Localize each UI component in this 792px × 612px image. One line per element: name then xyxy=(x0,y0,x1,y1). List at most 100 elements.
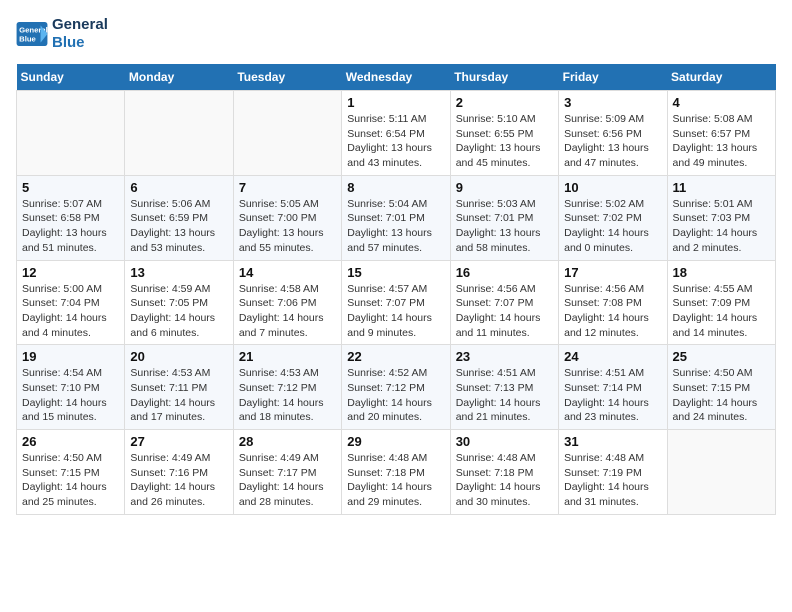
day-number: 22 xyxy=(347,349,444,364)
calendar-cell: 3 Sunrise: 5:09 AMSunset: 6:56 PMDaylight… xyxy=(559,91,667,176)
day-number: 27 xyxy=(130,434,227,449)
calendar-cell: 26Sunrise: 4:50 AMSunset: 7:15 PMDayligh… xyxy=(17,430,125,515)
day-info: Sunrise: 4:49 AMSunset: 7:16 PMDaylight:… xyxy=(130,451,227,510)
day-number: 30 xyxy=(456,434,553,449)
calendar-cell xyxy=(17,91,125,176)
calendar-cell: 15 Sunrise: 4:57 AMSunset: 7:07 PMDayligh… xyxy=(342,260,450,345)
day-number: 24 xyxy=(564,349,661,364)
page-header: General Blue General Blue xyxy=(16,16,776,52)
day-number: 18 xyxy=(673,265,770,280)
day-info: Sunrise: 4:48 AMSunset: 7:19 PMDaylight:… xyxy=(564,451,661,510)
day-info: Sunrise: 5:09 AMSunset: 6:56 PMDaylight:… xyxy=(564,112,661,171)
calendar-week-row: 5Sunrise: 5:07 AMSunset: 6:58 PMDaylight… xyxy=(17,175,776,260)
day-info: Sunrise: 5:03 AMSunset: 7:01 PMDaylight:… xyxy=(456,197,553,256)
calendar-cell: 6 Sunrise: 5:06 AMSunset: 6:59 PMDaylight… xyxy=(125,175,233,260)
day-number: 1 xyxy=(347,95,444,110)
day-number: 14 xyxy=(239,265,336,280)
day-info: Sunrise: 5:02 AMSunset: 7:02 PMDaylight:… xyxy=(564,197,661,256)
day-info: Sunrise: 4:52 AMSunset: 7:12 PMDaylight:… xyxy=(347,366,444,425)
day-number: 6 xyxy=(130,180,227,195)
svg-text:Blue: Blue xyxy=(19,35,36,44)
header-monday: Monday xyxy=(125,64,233,91)
calendar-cell: 4Sunrise: 5:08 AMSunset: 6:57 PMDaylight… xyxy=(667,91,775,176)
day-number: 13 xyxy=(130,265,227,280)
header-wednesday: Wednesday xyxy=(342,64,450,91)
day-info: Sunrise: 4:51 AMSunset: 7:13 PMDaylight:… xyxy=(456,366,553,425)
day-number: 31 xyxy=(564,434,661,449)
day-info: Sunrise: 5:11 AMSunset: 6:54 PMDaylight:… xyxy=(347,112,444,171)
day-number: 20 xyxy=(130,349,227,364)
day-info: Sunrise: 4:53 AMSunset: 7:12 PMDaylight:… xyxy=(239,366,336,425)
calendar-week-row: 19 Sunrise: 4:54 AMSunset: 7:10 PMDayligh… xyxy=(17,345,776,430)
calendar-week-row: 12 Sunrise: 5:00 AMSunset: 7:04 PMDayligh… xyxy=(17,260,776,345)
calendar-week-row: 1 Sunrise: 5:11 AMSunset: 6:54 PMDaylight… xyxy=(17,91,776,176)
calendar-cell: 29Sunrise: 4:48 AMSunset: 7:18 PMDayligh… xyxy=(342,430,450,515)
day-number: 12 xyxy=(22,265,119,280)
day-number: 9 xyxy=(456,180,553,195)
logo-text: General Blue xyxy=(52,16,108,52)
calendar-header-row: SundayMondayTuesdayWednesdayThursdayFrid… xyxy=(17,64,776,91)
calendar-cell: 13 Sunrise: 4:59 AMSunset: 7:05 PMDayligh… xyxy=(125,260,233,345)
calendar-cell: 9 Sunrise: 5:03 AMSunset: 7:01 PMDaylight… xyxy=(450,175,558,260)
day-number: 8 xyxy=(347,180,444,195)
calendar-week-row: 26Sunrise: 4:50 AMSunset: 7:15 PMDayligh… xyxy=(17,430,776,515)
day-info: Sunrise: 4:48 AMSunset: 7:18 PMDaylight:… xyxy=(347,451,444,510)
day-number: 2 xyxy=(456,95,553,110)
calendar-cell: 27 Sunrise: 4:49 AMSunset: 7:16 PMDayligh… xyxy=(125,430,233,515)
day-info: Sunrise: 4:56 AMSunset: 7:07 PMDaylight:… xyxy=(456,282,553,341)
calendar-cell: 16 Sunrise: 4:56 AMSunset: 7:07 PMDayligh… xyxy=(450,260,558,345)
day-info: Sunrise: 4:57 AMSunset: 7:07 PMDaylight:… xyxy=(347,282,444,341)
calendar-cell: 12 Sunrise: 5:00 AMSunset: 7:04 PMDayligh… xyxy=(17,260,125,345)
calendar-cell: 21 Sunrise: 4:53 AMSunset: 7:12 PMDayligh… xyxy=(233,345,341,430)
day-info: Sunrise: 4:50 AMSunset: 7:15 PMDaylight:… xyxy=(673,366,770,425)
calendar-cell: 23 Sunrise: 4:51 AMSunset: 7:13 PMDayligh… xyxy=(450,345,558,430)
day-info: Sunrise: 5:05 AMSunset: 7:00 PMDaylight:… xyxy=(239,197,336,256)
day-info: Sunrise: 5:06 AMSunset: 6:59 PMDaylight:… xyxy=(130,197,227,256)
day-number: 5 xyxy=(22,180,119,195)
day-number: 28 xyxy=(239,434,336,449)
day-info: Sunrise: 4:58 AMSunset: 7:06 PMDaylight:… xyxy=(239,282,336,341)
calendar-cell: 18 Sunrise: 4:55 AMSunset: 7:09 PMDayligh… xyxy=(667,260,775,345)
day-number: 10 xyxy=(564,180,661,195)
calendar-table: SundayMondayTuesdayWednesdayThursdayFrid… xyxy=(16,64,776,515)
day-number: 21 xyxy=(239,349,336,364)
calendar-cell: 7 Sunrise: 5:05 AMSunset: 7:00 PMDaylight… xyxy=(233,175,341,260)
calendar-cell: 25 Sunrise: 4:50 AMSunset: 7:15 PMDayligh… xyxy=(667,345,775,430)
header-tuesday: Tuesday xyxy=(233,64,341,91)
day-number: 15 xyxy=(347,265,444,280)
calendar-cell: 2 Sunrise: 5:10 AMSunset: 6:55 PMDaylight… xyxy=(450,91,558,176)
day-number: 19 xyxy=(22,349,119,364)
day-info: Sunrise: 5:10 AMSunset: 6:55 PMDaylight:… xyxy=(456,112,553,171)
day-number: 11 xyxy=(673,180,770,195)
calendar-cell: 20 Sunrise: 4:53 AMSunset: 7:11 PMDayligh… xyxy=(125,345,233,430)
day-number: 23 xyxy=(456,349,553,364)
day-info: Sunrise: 4:48 AMSunset: 7:18 PMDaylight:… xyxy=(456,451,553,510)
day-number: 17 xyxy=(564,265,661,280)
calendar-cell: 5Sunrise: 5:07 AMSunset: 6:58 PMDaylight… xyxy=(17,175,125,260)
day-number: 16 xyxy=(456,265,553,280)
day-number: 7 xyxy=(239,180,336,195)
day-number: 3 xyxy=(564,95,661,110)
day-info: Sunrise: 4:53 AMSunset: 7:11 PMDaylight:… xyxy=(130,366,227,425)
calendar-cell: 30 Sunrise: 4:48 AMSunset: 7:18 PMDayligh… xyxy=(450,430,558,515)
day-info: Sunrise: 4:59 AMSunset: 7:05 PMDaylight:… xyxy=(130,282,227,341)
day-info: Sunrise: 4:55 AMSunset: 7:09 PMDaylight:… xyxy=(673,282,770,341)
day-number: 4 xyxy=(673,95,770,110)
day-info: Sunrise: 5:04 AMSunset: 7:01 PMDaylight:… xyxy=(347,197,444,256)
header-saturday: Saturday xyxy=(667,64,775,91)
header-friday: Friday xyxy=(559,64,667,91)
day-number: 25 xyxy=(673,349,770,364)
day-info: Sunrise: 4:50 AMSunset: 7:15 PMDaylight:… xyxy=(22,451,119,510)
calendar-cell: 8 Sunrise: 5:04 AMSunset: 7:01 PMDaylight… xyxy=(342,175,450,260)
calendar-cell xyxy=(125,91,233,176)
calendar-cell: 24Sunrise: 4:51 AMSunset: 7:14 PMDayligh… xyxy=(559,345,667,430)
day-info: Sunrise: 4:54 AMSunset: 7:10 PMDaylight:… xyxy=(22,366,119,425)
logo: General Blue General Blue xyxy=(16,16,108,52)
day-info: Sunrise: 4:49 AMSunset: 7:17 PMDaylight:… xyxy=(239,451,336,510)
calendar-cell: 10 Sunrise: 5:02 AMSunset: 7:02 PMDayligh… xyxy=(559,175,667,260)
header-thursday: Thursday xyxy=(450,64,558,91)
calendar-cell: 1 Sunrise: 5:11 AMSunset: 6:54 PMDaylight… xyxy=(342,91,450,176)
logo-icon: General Blue xyxy=(16,22,48,46)
day-info: Sunrise: 5:00 AMSunset: 7:04 PMDaylight:… xyxy=(22,282,119,341)
calendar-cell: 11Sunrise: 5:01 AMSunset: 7:03 PMDayligh… xyxy=(667,175,775,260)
